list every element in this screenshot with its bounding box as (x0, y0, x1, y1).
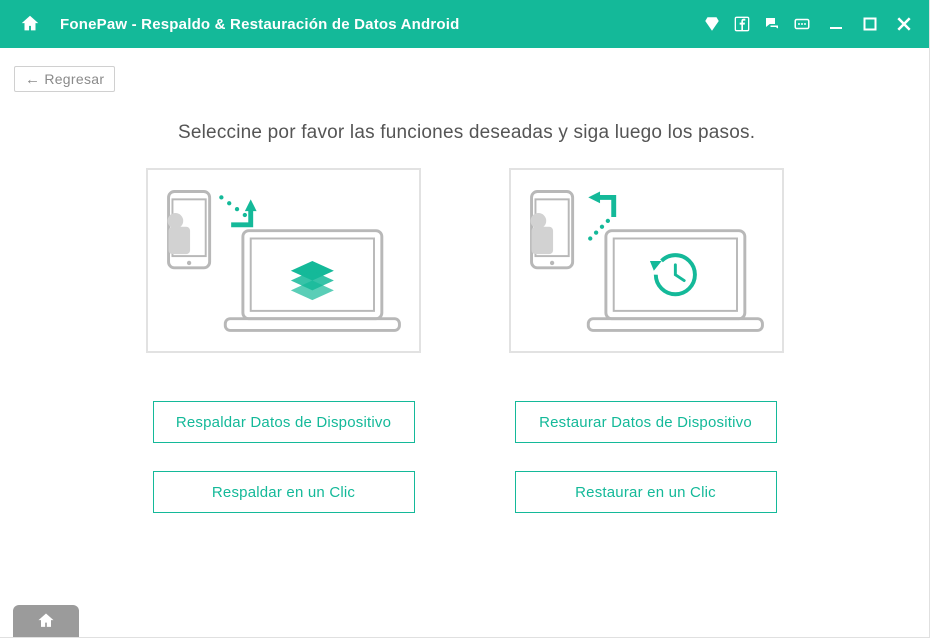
page-headline: Seleccine por favor las funciones desead… (178, 122, 929, 144)
more-icon[interactable] (789, 11, 815, 37)
backup-one-click-button[interactable]: Respaldar en un Clic (153, 471, 415, 513)
titlebar: FonePaw - Respaldo & Restauración de Dat… (0, 0, 929, 48)
backup-illustration (148, 170, 419, 351)
maximize-button[interactable] (857, 11, 883, 37)
close-button[interactable] (891, 11, 917, 37)
home-icon (36, 611, 56, 631)
restore-one-click-button[interactable]: Restaurar en un Clic (515, 471, 777, 513)
action-buttons: Respaldar Datos de Dispositivo Respaldar… (0, 401, 929, 513)
chat-icon[interactable] (759, 11, 785, 37)
backup-device-button[interactable]: Respaldar Datos de Dispositivo (153, 401, 415, 443)
home-icon[interactable] (12, 13, 48, 35)
app-title: FonePaw - Respaldo & Restauración de Dat… (60, 16, 460, 33)
facebook-icon[interactable] (729, 11, 755, 37)
minimize-button[interactable] (823, 11, 849, 37)
restore-illustration (511, 170, 782, 351)
back-label: Regresar (44, 71, 104, 87)
arrow-left-icon: ← (25, 72, 40, 87)
feature-cards (0, 168, 929, 353)
restore-device-button[interactable]: Restaurar Datos de Dispositivo (515, 401, 777, 443)
diamond-icon[interactable] (699, 11, 725, 37)
backup-card (146, 168, 421, 353)
restore-card (509, 168, 784, 353)
back-button[interactable]: ← Regresar (14, 66, 115, 92)
footer-home-tab[interactable] (13, 605, 79, 637)
